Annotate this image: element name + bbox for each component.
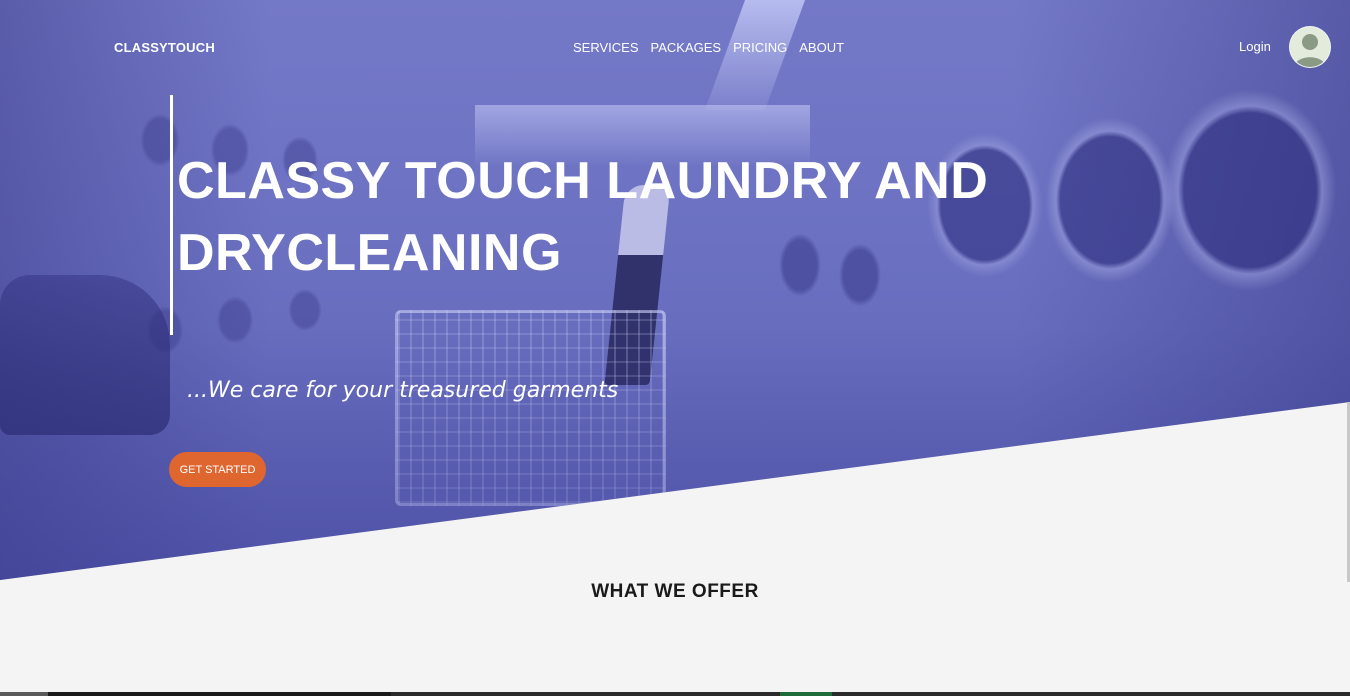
get-started-button[interactable]: GET STARTED [169, 452, 266, 487]
bottom-strip [0, 692, 1350, 696]
hero-tagline: ...We care for your treasured garments [187, 378, 619, 403]
what-we-offer-heading: WHAT WE OFFER [591, 581, 759, 602]
login-link[interactable]: Login [1239, 39, 1271, 54]
brand-logo[interactable]: CLASSYTOUCH [114, 40, 215, 55]
nav-links: SERVICES PACKAGES PRICING ABOUT [573, 40, 844, 55]
hero-title-line2: DRYCLEANING [177, 224, 562, 282]
hero-title-line1: CLASSY TOUCH LAUNDRY AND [177, 152, 989, 210]
bottom-strip-segment [780, 692, 832, 696]
nav-link-packages[interactable]: PACKAGES [651, 40, 722, 55]
nav-link-services[interactable]: SERVICES [573, 40, 639, 55]
bottom-strip-segment [48, 692, 391, 696]
title-accent-bar [170, 95, 173, 335]
hero-title: CLASSY TOUCH LAUNDRY AND DRYCLEANING [177, 145, 997, 289]
nav-link-pricing[interactable]: PRICING [733, 40, 787, 55]
bottom-strip-segment [0, 692, 48, 696]
navbar: CLASSYTOUCH SERVICES PACKAGES PRICING AB… [0, 0, 1350, 95]
nav-link-about[interactable]: ABOUT [799, 40, 844, 55]
user-avatar-icon[interactable] [1289, 26, 1331, 68]
user-silhouette-icon [1290, 27, 1330, 67]
